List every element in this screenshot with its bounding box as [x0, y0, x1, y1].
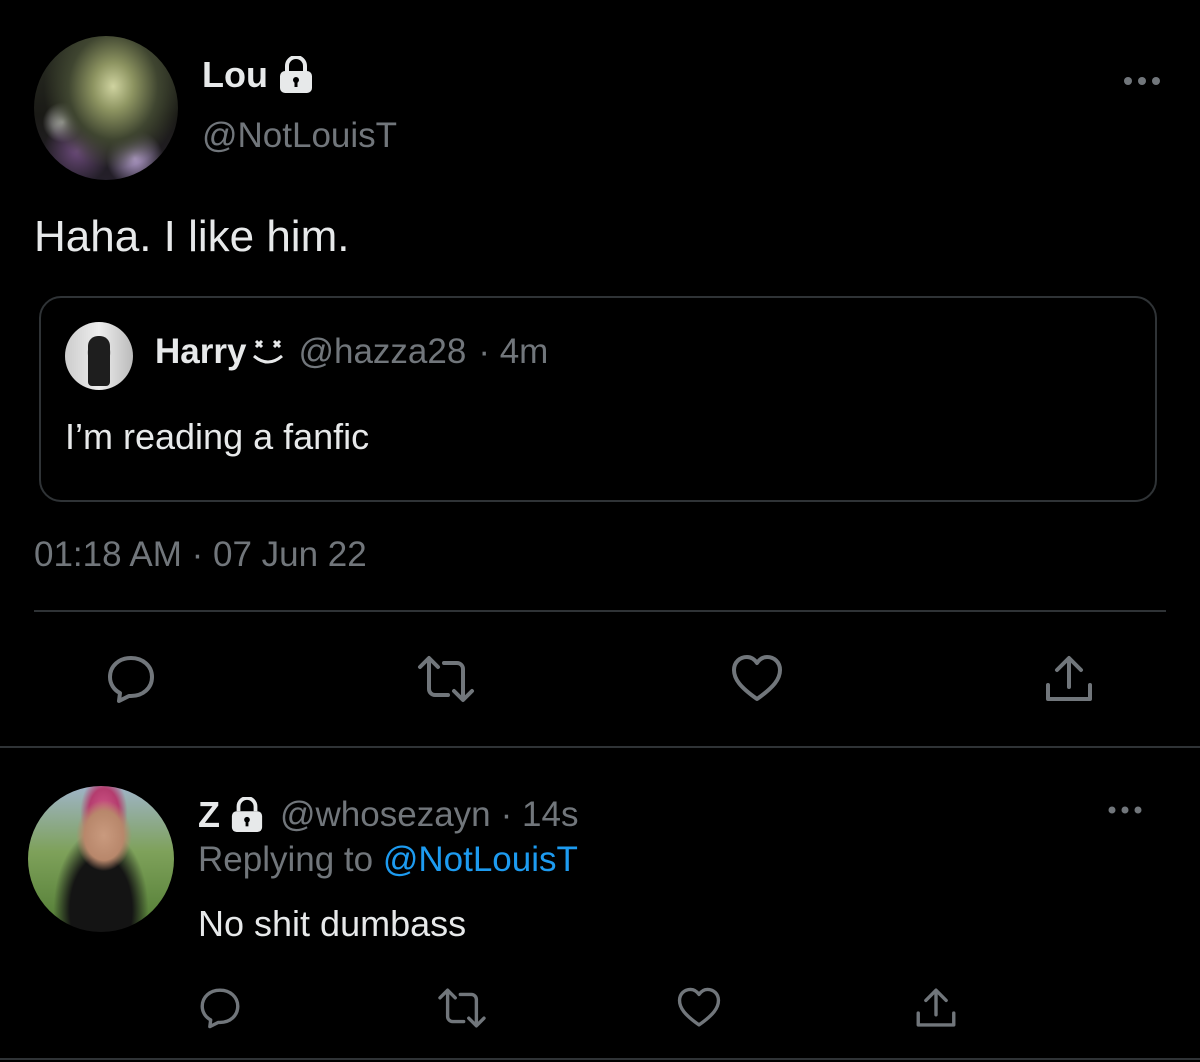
tweet-actions [0, 653, 1200, 709]
lock-icon [278, 56, 314, 94]
heart-icon[interactable] [730, 653, 782, 705]
replying-to: Replying to @NotLouisT [198, 840, 578, 880]
author-handle[interactable]: @NotLouisT [202, 116, 397, 156]
tweet-text: Haha. I like him. [34, 212, 350, 261]
more-dots-icon[interactable] [1118, 66, 1166, 96]
tweet-thread: Lou @NotLouisT Haha. I like him. Harry @… [0, 0, 1200, 1062]
heart-icon[interactable] [676, 986, 721, 1030]
reply-author-handle[interactable]: @whosezayn [280, 795, 491, 835]
author-name-row[interactable]: Lou [202, 54, 314, 96]
reply-bubble-icon[interactable] [105, 653, 157, 705]
quoted-author-avatar [65, 322, 133, 390]
reply-text: No shit dumbass [198, 903, 467, 944]
author-avatar[interactable] [34, 36, 178, 180]
replying-to-label: Replying to [198, 840, 374, 879]
lock-icon [230, 797, 264, 833]
reply-author-avatar[interactable] [28, 786, 174, 932]
more-dots-icon[interactable] [1104, 797, 1146, 823]
divider [0, 746, 1200, 748]
reply-author-name[interactable]: Z [198, 794, 220, 836]
quoted-tweet-header: Harry @hazza28 · 4m [155, 332, 548, 372]
quoted-tweet[interactable]: Harry @hazza28 · 4m I’m reading a fanfic [39, 296, 1157, 502]
reply-time: · 14s [500, 795, 579, 834]
share-icon[interactable] [1043, 653, 1095, 705]
share-icon[interactable] [914, 986, 958, 1030]
tweet-timestamp[interactable]: 01:18 AM · 07 Jun 22 [34, 535, 367, 575]
divider [0, 1058, 1200, 1060]
face-emoji-icon [250, 336, 286, 368]
reply-bubble-icon[interactable] [198, 986, 242, 1030]
quoted-author-name: Harry [155, 332, 247, 371]
quoted-author-name-row: Harry [155, 332, 286, 372]
reply-actions [0, 984, 1200, 1032]
quoted-time: · 4m [478, 332, 549, 371]
quoted-author-handle: @hazza28 [298, 332, 467, 371]
replying-to-mention[interactable]: @NotLouisT [383, 840, 578, 879]
retweet-icon[interactable] [416, 653, 474, 705]
quoted-tweet-text: I’m reading a fanfic [65, 416, 370, 457]
retweet-icon[interactable] [436, 986, 486, 1030]
author-name[interactable]: Lou [202, 54, 268, 96]
reply-header: Z @whosezayn · 14s [198, 794, 578, 836]
divider [34, 610, 1166, 612]
